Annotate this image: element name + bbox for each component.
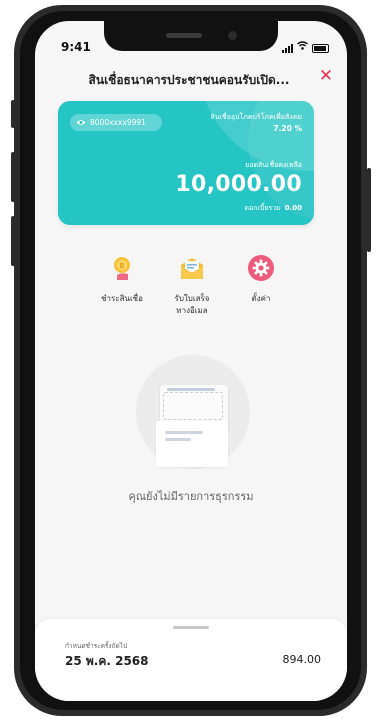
loan-summary-card[interactable]: 8000xxxx9991 สินเชื่ออุปโภคบริโภคเพื่อสั…	[58, 101, 314, 225]
email-receipt-label: รับใบเสร็จ ทางอีเมล	[174, 294, 210, 315]
close-button[interactable]: ✕	[317, 67, 335, 85]
account-number: 8000xxxx9991	[90, 118, 146, 127]
email-receipt-button[interactable]: รับใบเสร็จ ทางอีเมล	[157, 253, 227, 317]
status-time: 9:41	[61, 40, 91, 54]
status-icons	[282, 41, 329, 53]
document-line	[165, 438, 191, 441]
front-camera	[228, 31, 237, 40]
app-screen: 9:41 สินเชื่อธนาคารประชาชนคอนรับเปิด... …	[35, 21, 347, 701]
accrued-interest-value: 0.00	[284, 204, 302, 212]
accrued-interest-label: ดอกเบี้ยรวม	[244, 204, 281, 212]
next-due-label: กำหนดชำระครั้งถัดไป	[65, 642, 128, 650]
mail-icon	[181, 258, 203, 279]
document-illustration	[156, 421, 228, 467]
mute-switch	[11, 100, 15, 128]
battery-icon	[312, 44, 329, 53]
interest-rate: 7.20 %	[273, 124, 302, 133]
wifi-icon	[297, 41, 308, 53]
volume-up-button	[11, 152, 15, 202]
eye-icon	[76, 120, 86, 125]
speaker	[166, 33, 202, 38]
pay-loan-label: ชำระสินเชื่อ	[101, 294, 143, 303]
account-number-toggle[interactable]: 8000xxxx9991	[70, 114, 162, 131]
pay-loan-button[interactable]: ฿ ชำระสินเชื่อ	[87, 253, 157, 305]
cellular-signal-icon	[282, 44, 293, 53]
gear-icon	[248, 255, 274, 281]
power-button	[367, 168, 371, 252]
next-due-date: 25 พ.ค. 2568	[65, 654, 149, 668]
document-line	[167, 388, 215, 391]
next-payment-sheet[interactable]: กำหนดชำระครั้งถัดไป 25 พ.ค. 2568 894.00	[35, 619, 347, 701]
page-title: สินเชื่อธนาคารประชาชนคอนรับเปิด...	[88, 73, 290, 87]
settings-label: ตั้งค่า	[251, 294, 271, 303]
next-due-amount: 894.00	[282, 653, 322, 666]
notch	[104, 21, 278, 51]
empty-state-message: คุณยังไม่มีรายการธุรกรรม	[128, 490, 254, 503]
document-line	[165, 431, 203, 434]
sheet-drag-handle[interactable]	[173, 626, 209, 629]
accrued-interest: ดอกเบี้ยรวม 0.00	[244, 203, 302, 214]
volume-down-button	[11, 216, 15, 266]
settings-button[interactable]: ตั้งค่า	[226, 253, 296, 305]
document-dashed-area	[163, 392, 223, 420]
svg-text:฿: ฿	[119, 261, 124, 270]
balance-label: ยอดสินเชื่อคงเหลือ	[245, 161, 302, 169]
outstanding-balance: 10,000.00	[175, 172, 302, 197]
loan-type: สินเชื่ออุปโภคบริโภคเพื่อสังคม	[210, 113, 302, 121]
coin-hand-icon: ฿	[114, 257, 130, 280]
